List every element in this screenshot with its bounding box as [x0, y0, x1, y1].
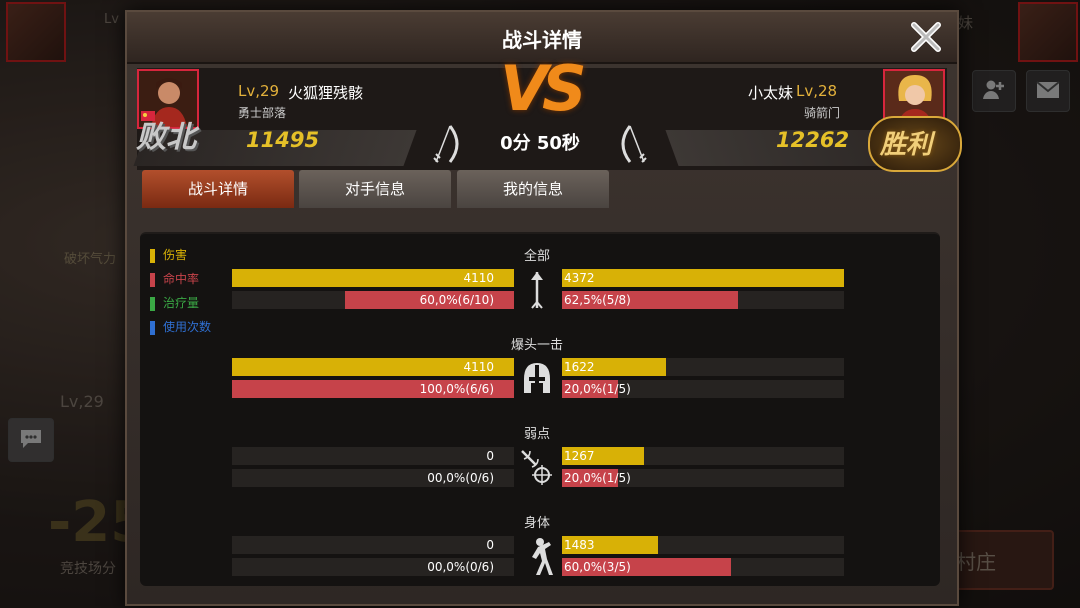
left-hit-value: 00,0%(0/6)	[427, 560, 494, 574]
right-damage-value: 1267	[564, 449, 595, 463]
right-player-score: 12262	[776, 128, 850, 152]
right-damage-bar	[562, 269, 844, 287]
legend-usage: 使用次数	[150, 318, 211, 335]
battle-timer: 0分 50秒	[500, 133, 580, 154]
helmet-icon	[524, 363, 550, 393]
left-hit-track: 60,0%(6/10)	[232, 291, 514, 309]
arrow-icon	[531, 272, 543, 309]
left-hit-track: 00,0%(0/6)	[232, 469, 514, 487]
right-hit-track: 62,5%(5/8)	[562, 291, 844, 309]
legend-swatch-usage	[150, 320, 155, 335]
right-damage-value: 1483	[564, 538, 595, 552]
legend-healing-label: 治疗量	[163, 296, 200, 310]
legend-swatch-hit-rate	[150, 272, 155, 287]
legend-usage-label: 使用次数	[163, 320, 212, 334]
vs-emblem: VS	[500, 52, 587, 125]
legend-damage: 伤害	[150, 246, 187, 263]
close-icon[interactable]	[909, 20, 943, 54]
left-hit-track: 00,0%(0/6)	[232, 558, 514, 576]
right-damage-value: 1622	[564, 360, 595, 374]
tab-my-info[interactable]: 我的信息	[457, 170, 609, 208]
legend-damage-label: 伤害	[163, 248, 188, 262]
left-damage-track: 0	[232, 536, 514, 554]
left-damage-track: 4110	[232, 358, 514, 376]
right-hit-track: 20,0%(1/5)	[562, 469, 844, 487]
right-player-name: 小太妹	[748, 84, 794, 102]
right-player-guild: 骑箭门	[804, 106, 841, 120]
left-hit-value: 100,0%(6/6)	[419, 382, 494, 396]
right-hit-value: 62,5%(5/8)	[564, 293, 631, 307]
right-hit-track: 20,0%(1/5)	[562, 380, 844, 398]
legend-swatch-healing	[150, 296, 155, 311]
section-title: 爆头一击	[510, 338, 563, 353]
left-player-score: 11495	[246, 128, 320, 152]
right-damage-value: 4372	[564, 271, 595, 285]
victory-badge: 胜利	[868, 116, 962, 172]
left-damage-value: 4110	[463, 360, 494, 374]
right-player-level: Lv,28	[796, 82, 838, 100]
body-figure-icon	[532, 538, 553, 575]
weakpoint-target-icon	[521, 450, 552, 485]
left-player-level: Lv,29	[238, 82, 280, 100]
left-damage-track: 0	[232, 447, 514, 465]
legend-swatch-damage	[150, 248, 155, 263]
right-bow-icon	[621, 125, 647, 163]
left-hit-value: 60,0%(6/10)	[419, 293, 494, 307]
left-hit-value: 00,0%(0/6)	[427, 471, 494, 485]
section-title: 弱点	[523, 427, 550, 442]
left-damage-track: 4110	[232, 269, 514, 287]
right-hit-value: 20,0%(1/5)	[564, 382, 631, 396]
left-player-guild: 勇士部落	[238, 106, 287, 120]
left-bow-icon	[433, 125, 459, 163]
left-hit-track: 100,0%(6/6)	[232, 380, 514, 398]
right-hit-track: 60,0%(3/5)	[562, 558, 844, 576]
left-damage-value: 4110	[463, 271, 494, 285]
left-result-badge: 败北	[136, 120, 196, 155]
legend-hit-rate-label: 命中率	[163, 272, 200, 286]
right-damage-track: 1267	[562, 447, 844, 465]
dialog-title: 战斗详情	[502, 28, 582, 52]
left-damage-value: 0	[486, 538, 494, 552]
tab-battle-details[interactable]: 战斗详情	[142, 170, 294, 208]
right-damage-track: 1483	[562, 536, 844, 554]
left-player-name: 火狐狸残骸	[288, 84, 364, 102]
legend-hit-rate: 命中率	[150, 270, 199, 287]
right-hit-value: 20,0%(1/5)	[564, 471, 631, 485]
left-damage-value: 0	[486, 449, 494, 463]
section-title: 身体	[523, 516, 550, 531]
right-damage-track: 4372	[562, 269, 844, 287]
right-hit-value: 60,0%(3/5)	[564, 560, 631, 574]
right-result-badge: 胜利	[880, 130, 933, 160]
tab-opponent-info[interactable]: 对手信息	[299, 170, 451, 208]
right-damage-track: 1622	[562, 358, 844, 376]
legend-healing: 治疗量	[150, 294, 199, 311]
section-title: 全部	[523, 249, 550, 264]
